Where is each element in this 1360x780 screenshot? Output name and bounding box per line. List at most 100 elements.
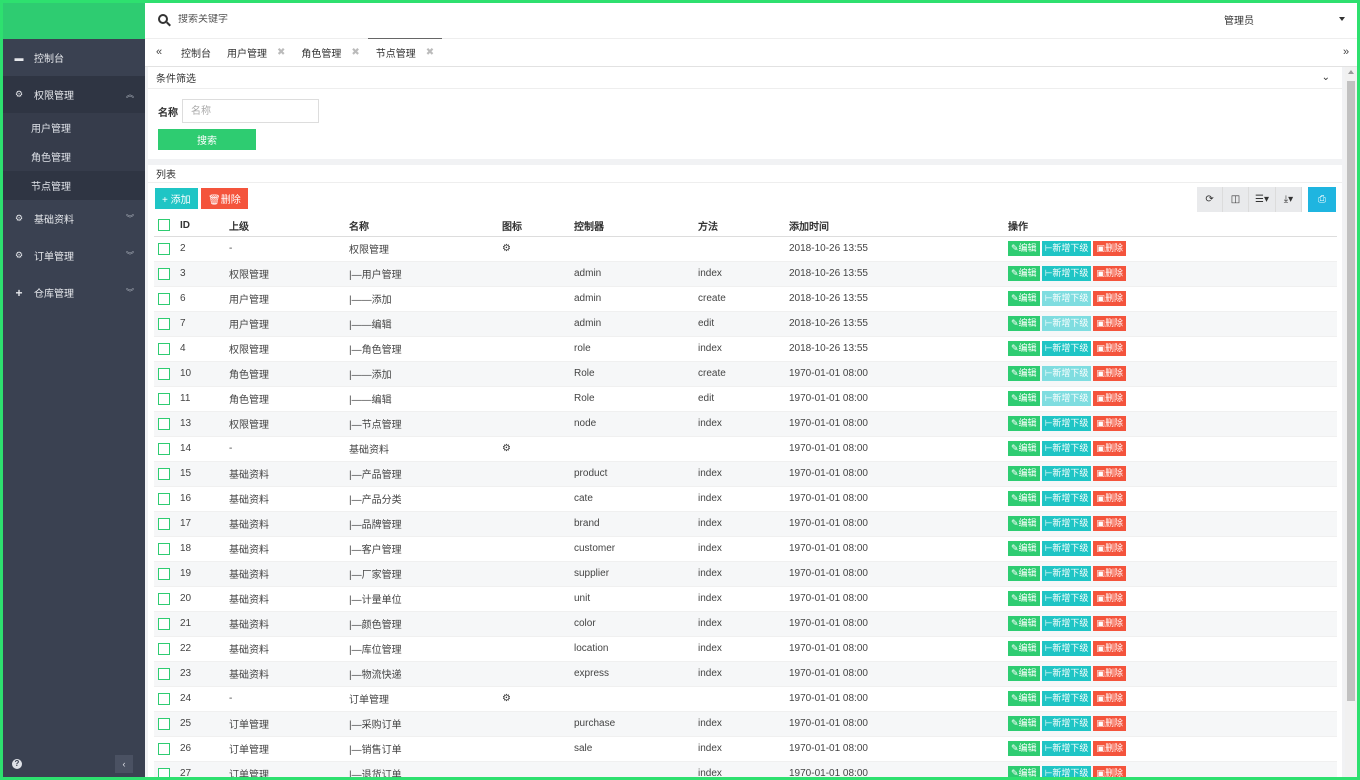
delete-row-button[interactable]: ▣删除 <box>1093 566 1126 581</box>
table-row[interactable]: 13 权限管理 |—节点管理 node index 1970-01-01 08:00 ✎编辑… <box>154 410 1337 436</box>
select-all-checkbox[interactable] <box>158 219 170 232</box>
row-checkbox[interactable] <box>158 717 170 730</box>
col-controller[interactable]: 控制器 <box>574 215 698 237</box>
scrollbar[interactable] <box>1345 67 1357 777</box>
add-child-button[interactable]: ⊢新增下级 <box>1041 391 1092 406</box>
edit-button[interactable]: ✎编辑 <box>1008 766 1040 780</box>
row-checkbox[interactable] <box>158 467 170 480</box>
table-row[interactable]: 2- 权限管理 ⚙ 2018-10-26 13:55 ✎编辑 ⊢新增下级 ▣删除 <box>154 235 1337 261</box>
edit-button[interactable]: ✎编辑 <box>1008 316 1040 331</box>
name-filter-input[interactable] <box>182 99 319 123</box>
help-icon[interactable]: ? <box>12 759 22 769</box>
row-checkbox[interactable] <box>158 642 170 655</box>
close-icon[interactable]: ✖ <box>426 47 434 58</box>
add-child-button[interactable]: ⊢新增下级 <box>1041 716 1092 731</box>
delete-row-button[interactable]: ▣删除 <box>1093 266 1126 281</box>
toggle-view-icon[interactable]: ◫ <box>1223 187 1250 212</box>
delete-row-button[interactable]: ▣删除 <box>1093 241 1126 256</box>
add-child-button[interactable]: ⊢新增下级 <box>1041 516 1092 531</box>
delete-row-button[interactable]: ▣删除 <box>1093 741 1126 756</box>
sidebar-item-users[interactable]: 用户管理 <box>0 113 145 142</box>
table-row[interactable]: 24- 订单管理 ⚙ 1970-01-01 08:00 ✎编辑 ⊢新增下级 ▣删除 <box>154 685 1337 711</box>
delete-row-button[interactable]: ▣删除 <box>1093 341 1126 356</box>
add-child-button[interactable]: ⊢新增下级 <box>1041 741 1092 756</box>
edit-button[interactable]: ✎编辑 <box>1008 541 1040 556</box>
edit-button[interactable]: ✎编辑 <box>1008 391 1040 406</box>
table-row[interactable]: 17 基础资料 |—品牌管理 brand index 1970-01-01 08:00 ✎编… <box>154 510 1337 536</box>
edit-button[interactable]: ✎编辑 <box>1008 666 1040 681</box>
add-child-button[interactable]: ⊢新增下级 <box>1041 266 1092 281</box>
col-icon[interactable]: 图标 <box>502 215 574 237</box>
add-child-button[interactable]: ⊢新增下级 <box>1041 291 1092 306</box>
delete-row-button[interactable]: ▣删除 <box>1093 691 1126 706</box>
delete-row-button[interactable]: ▣删除 <box>1093 491 1126 506</box>
add-child-button[interactable]: ⊢新增下级 <box>1041 466 1092 481</box>
delete-row-button[interactable]: ▣删除 <box>1093 541 1126 556</box>
table-row[interactable]: 11 角色管理 |——编辑 Role edit 1970-01-01 08:00 ✎编辑 ⊢新… <box>154 385 1337 411</box>
delete-row-button[interactable]: ▣删除 <box>1093 641 1126 656</box>
edit-button[interactable]: ✎编辑 <box>1008 466 1040 481</box>
add-child-button[interactable]: ⊢新增下级 <box>1041 666 1092 681</box>
table-row[interactable]: 20 基础资料 |—计量单位 unit index 1970-01-01 08:00 ✎编辑… <box>154 585 1337 611</box>
table-row[interactable]: 22 基础资料 |—库位管理 location index 1970-01-01 08:0… <box>154 635 1337 661</box>
row-checkbox[interactable] <box>158 542 170 555</box>
row-checkbox[interactable] <box>158 742 170 755</box>
row-checkbox[interactable] <box>158 317 170 330</box>
table-row[interactable]: 6 用户管理 |——添加 admin create 2018-10-26 13:55 ✎编辑… <box>154 285 1337 311</box>
sidebar-item-basic-data[interactable]: ⚙ 基础资料 ︾ <box>0 200 145 237</box>
row-checkbox[interactable] <box>158 242 170 255</box>
tab-users[interactable]: 用户管理 ✖ <box>219 38 293 66</box>
table-row[interactable]: 14- 基础资料 ⚙ 1970-01-01 08:00 ✎编辑 ⊢新增下级 ▣删除 <box>154 435 1337 461</box>
add-child-button[interactable]: ⊢新增下级 <box>1041 541 1092 556</box>
row-checkbox[interactable] <box>158 517 170 530</box>
add-child-button[interactable]: ⊢新增下级 <box>1041 366 1092 381</box>
delete-row-button[interactable]: ▣删除 <box>1093 441 1126 456</box>
refresh-icon[interactable]: ⟳ <box>1197 187 1224 212</box>
sidebar-item-permissions[interactable]: ⚙ 权限管理 ︽ <box>0 76 145 113</box>
scrollbar-thumb[interactable] <box>1347 81 1355 701</box>
delete-row-button[interactable]: ▣删除 <box>1093 666 1126 681</box>
edit-button[interactable]: ✎编辑 <box>1008 366 1040 381</box>
edit-button[interactable]: ✎编辑 <box>1008 241 1040 256</box>
delete-row-button[interactable]: ▣删除 <box>1093 591 1126 606</box>
row-checkbox[interactable] <box>158 767 170 780</box>
delete-row-button[interactable]: ▣删除 <box>1093 366 1126 381</box>
add-child-button[interactable]: ⊢新增下级 <box>1041 491 1092 506</box>
col-parent[interactable]: 上级 <box>229 215 349 237</box>
edit-button[interactable]: ✎编辑 <box>1008 741 1040 756</box>
add-child-button[interactable]: ⊢新增下级 <box>1041 591 1092 606</box>
table-row[interactable]: 19 基础资料 |—厂家管理 supplier index 1970-01-01 08:0… <box>154 560 1337 586</box>
table-row[interactable]: 27 订单管理 |—退货订单 index 1970-01-01 08:00 ✎编辑 ⊢新增下… <box>154 760 1337 780</box>
add-child-button[interactable]: ⊢新增下级 <box>1041 566 1092 581</box>
edit-button[interactable]: ✎编辑 <box>1008 416 1040 431</box>
add-child-button[interactable]: ⊢新增下级 <box>1041 641 1092 656</box>
table-row[interactable]: 18 基础资料 |—客户管理 customer index 1970-01-01 08:0… <box>154 535 1337 561</box>
row-checkbox[interactable] <box>158 692 170 705</box>
row-checkbox[interactable] <box>158 567 170 580</box>
delete-row-button[interactable]: ▣删除 <box>1093 766 1126 780</box>
row-checkbox[interactable] <box>158 292 170 305</box>
edit-button[interactable]: ✎编辑 <box>1008 716 1040 731</box>
delete-row-button[interactable]: ▣删除 <box>1093 416 1126 431</box>
row-checkbox[interactable] <box>158 592 170 605</box>
delete-row-button[interactable]: ▣删除 <box>1093 316 1126 331</box>
sidebar-item-orders[interactable]: ⚙ 订单管理 ︾ <box>0 237 145 274</box>
add-child-button[interactable]: ⊢新增下级 <box>1041 616 1092 631</box>
sidebar-item-dashboard[interactable]: ▬ 控制台 <box>0 39 145 76</box>
table-row[interactable]: 15 基础资料 |—产品管理 product index 1970-01-01 08:00… <box>154 460 1337 486</box>
edit-button[interactable]: ✎编辑 <box>1008 566 1040 581</box>
add-child-button[interactable]: ⊢新增下级 <box>1041 241 1092 256</box>
add-child-button[interactable]: ⊢新增下级 <box>1041 416 1092 431</box>
row-checkbox[interactable] <box>158 267 170 280</box>
table-row[interactable]: 23 基础资料 |—物流快递 express index 1970-01-01 08:00… <box>154 660 1337 686</box>
sidebar-item-roles[interactable]: 角色管理 <box>0 142 145 171</box>
row-checkbox[interactable] <box>158 667 170 680</box>
table-row[interactable]: 21 基础资料 |—颜色管理 color index 1970-01-01 08:00 ✎编… <box>154 610 1337 636</box>
collapse-toggle-icon[interactable]: ⌄ <box>1322 72 1330 83</box>
edit-button[interactable]: ✎编辑 <box>1008 591 1040 606</box>
edit-button[interactable]: ✎编辑 <box>1008 616 1040 631</box>
add-child-button[interactable]: ⊢新增下级 <box>1041 766 1092 780</box>
edit-button[interactable]: ✎编辑 <box>1008 491 1040 506</box>
delete-row-button[interactable]: ▣删除 <box>1093 391 1126 406</box>
col-method[interactable]: 方法 <box>698 215 789 237</box>
